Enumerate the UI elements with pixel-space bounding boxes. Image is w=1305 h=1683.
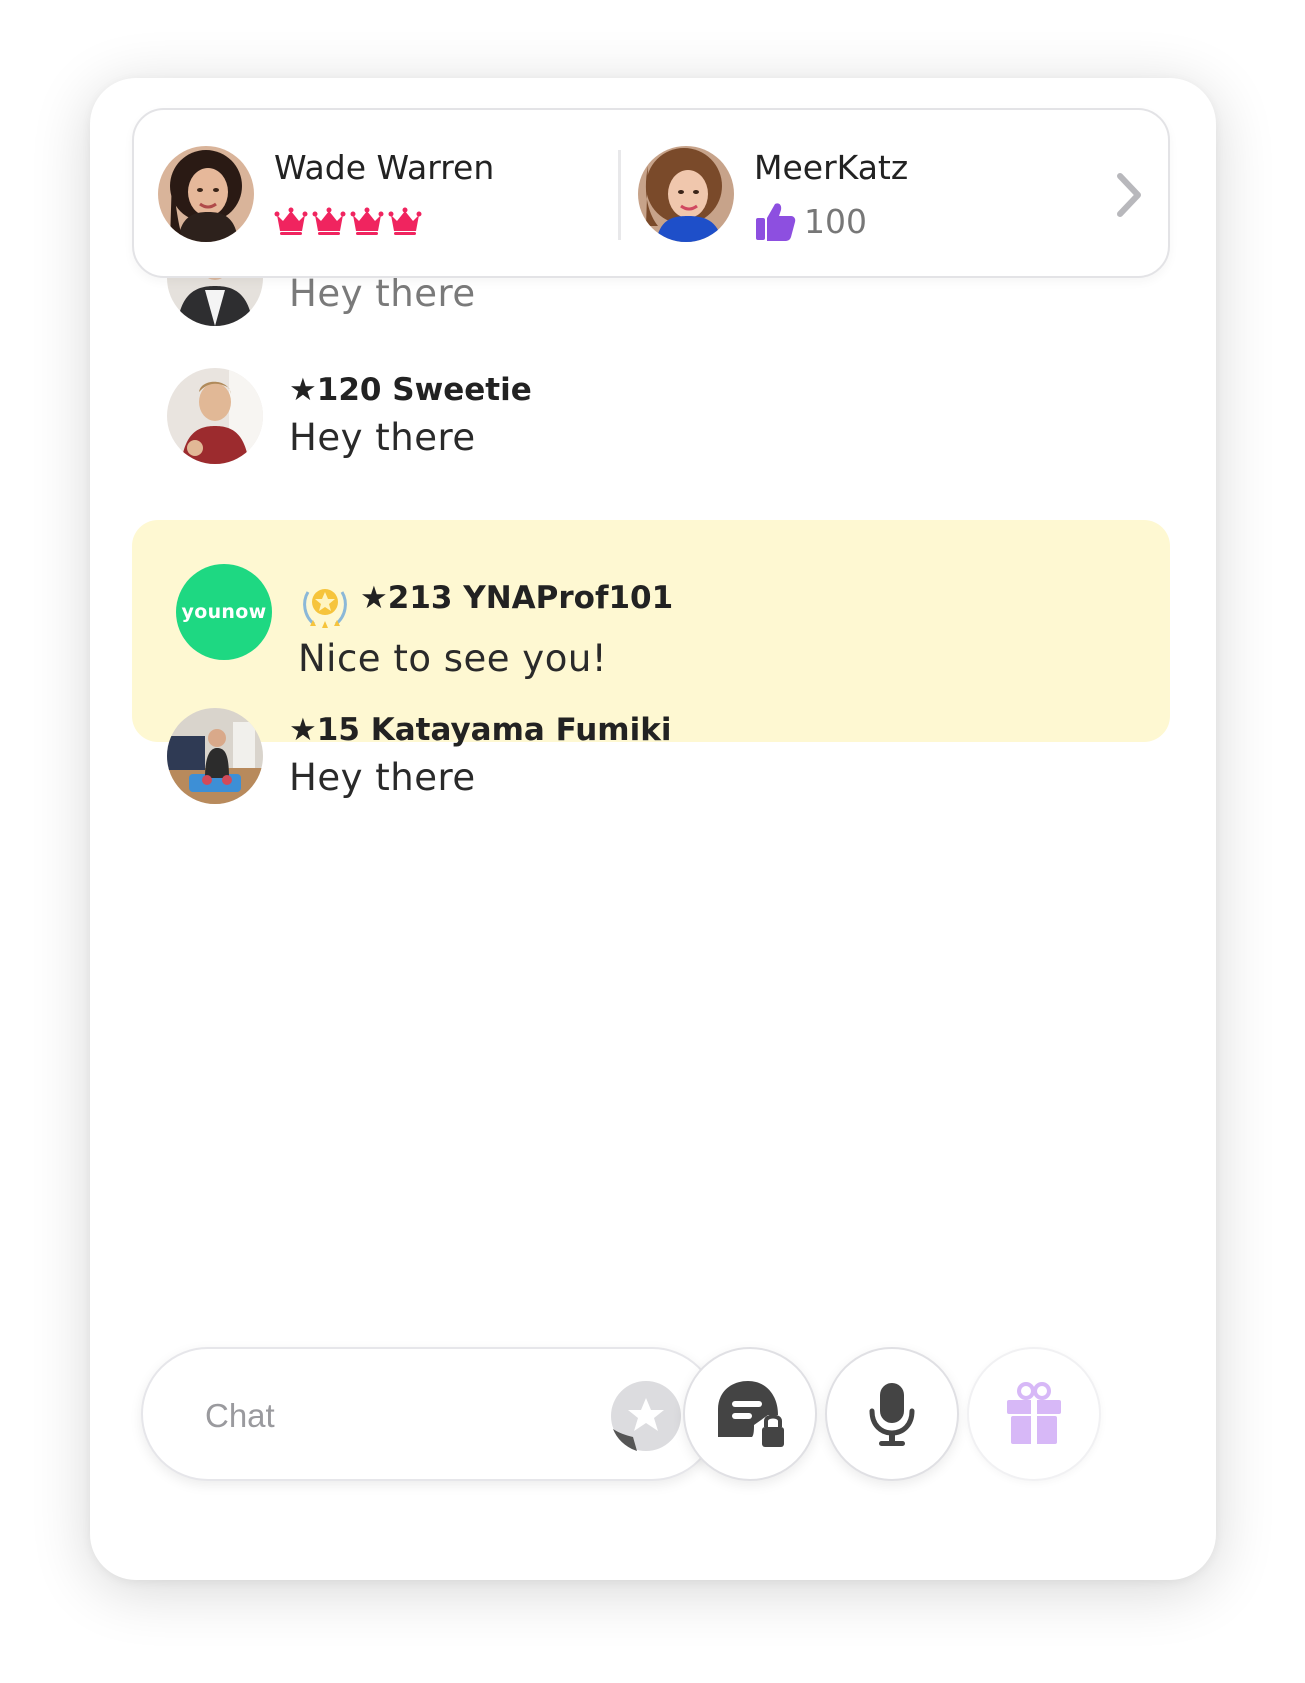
likes-value: 100: [804, 201, 867, 241]
microphone-button[interactable]: [825, 1347, 959, 1481]
thumbs-up-icon: [756, 203, 796, 241]
crown-icon: [350, 207, 384, 235]
top-fan-right[interactable]: MeerKatz 100: [638, 110, 1078, 276]
message-text: Hey there: [289, 416, 476, 459]
avatar[interactable]: [167, 708, 263, 804]
chat-lock-icon: [718, 1381, 784, 1447]
gift-button[interactable]: [967, 1347, 1101, 1481]
message-text: Hey there: [289, 756, 476, 799]
top-fan-left[interactable]: Wade Warren: [158, 110, 598, 276]
crown-icon: [312, 207, 346, 235]
avatar[interactable]: [158, 146, 254, 242]
chat-composer[interactable]: [141, 1347, 719, 1481]
crown-icon: [388, 207, 422, 235]
message-text: Nice to see you!: [298, 637, 608, 680]
avatar[interactable]: [638, 146, 734, 242]
chevron-right-icon[interactable]: [1108, 170, 1148, 220]
top-fan-name: MeerKatz: [754, 148, 909, 187]
award-badge-icon: [303, 589, 347, 628]
crown-icon: [274, 207, 308, 235]
chat-message[interactable]: ★15 Katayama Fumiki Hey there: [167, 708, 1147, 808]
top-fan-name: Wade Warren: [274, 148, 495, 187]
microphone-icon: [869, 1383, 915, 1446]
younow-logo: younow: [181, 601, 267, 623]
avatar[interactable]: younow: [176, 564, 272, 660]
message-author[interactable]: ★15 Katayama Fumiki: [289, 712, 671, 748]
message-text: Hey there: [289, 272, 476, 315]
private-chat-button[interactable]: [683, 1347, 817, 1481]
chat-input[interactable]: [203, 1385, 587, 1447]
crown-rating: [274, 205, 422, 237]
likes-count: 100: [754, 200, 867, 242]
chat-message[interactable]: ★120 Sweetie Hey there: [167, 368, 1147, 468]
gift-icon: [1007, 1382, 1061, 1444]
divider: [618, 150, 621, 240]
top-fans-bar[interactable]: Wade Warren MeerKatz 100: [132, 108, 1170, 278]
sticker-icon[interactable]: [609, 1379, 683, 1453]
message-author[interactable]: ★120 Sweetie: [289, 372, 532, 408]
chat-panel: Wade Warren MeerKatz 100 Hey there ★120 …: [90, 78, 1216, 1580]
message-author[interactable]: ★213 YNAProf101: [360, 580, 673, 616]
avatar[interactable]: [167, 368, 263, 464]
